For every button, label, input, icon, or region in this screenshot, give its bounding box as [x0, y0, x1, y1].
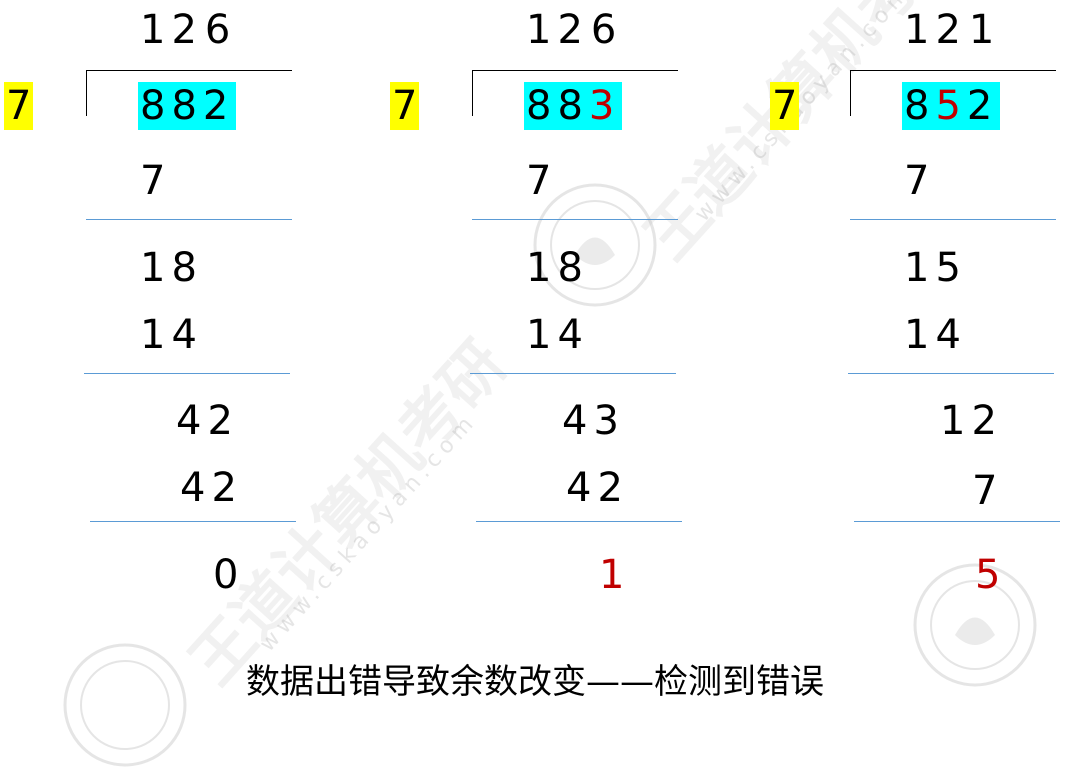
work-row: 7: [972, 468, 1004, 514]
work-row: 42: [176, 398, 239, 444]
division-bracket-top: [86, 70, 292, 71]
caption: 数据出错导致余数改变——检测到错误: [246, 662, 824, 702]
quotient: 126: [526, 6, 622, 54]
work-row: 14: [904, 312, 967, 358]
subtraction-rule: [850, 219, 1056, 220]
divisor: 7: [390, 82, 420, 130]
division-bracket: [850, 70, 851, 116]
work-row: 14: [526, 312, 589, 358]
subtraction-rule: [470, 373, 676, 374]
divisor: 7: [770, 82, 800, 130]
division-panel-1: 126 7 882 7 18 14 42 42 0: [0, 0, 300, 610]
subtraction-rule: [86, 219, 292, 220]
division-bracket-top: [850, 70, 1056, 71]
dividend-digit: 8: [526, 83, 558, 129]
subtraction-rule: [854, 521, 1060, 522]
dividend-digit-error: 3: [588, 83, 621, 129]
subtraction-rule: [90, 521, 296, 522]
work-row: 42: [566, 465, 629, 511]
dividend: 883: [524, 82, 623, 130]
work-row: 18: [140, 245, 203, 291]
dividend: 852: [902, 82, 1001, 130]
division-panel-2: 126 7 883 7 18 14 43 42 1: [386, 0, 686, 610]
remainder-error: 1: [599, 552, 631, 598]
quotient-digit: 1: [968, 7, 1001, 53]
dividend-digit: 8: [171, 83, 203, 129]
division-panel-3: 121 7 852 7 15 14 12 7 5: [764, 0, 1064, 610]
quotient-digit: 1: [140, 7, 172, 53]
quotient-digit: 6: [204, 7, 237, 53]
remainder-error: 5: [975, 552, 1007, 598]
work-row: 42: [180, 465, 243, 511]
quotient-digit: 2: [935, 7, 967, 53]
divisor: 7: [4, 82, 34, 130]
dividend-digit: 8: [140, 83, 172, 129]
quotient-digit: 1: [526, 7, 558, 53]
dividend-digit: 2: [202, 83, 235, 129]
dividend-digit-error: 5: [935, 83, 967, 129]
subtraction-rule: [472, 219, 678, 220]
quotient: 121: [904, 6, 1000, 54]
work-row: 7: [526, 158, 558, 204]
quotient-digit: 1: [904, 7, 936, 53]
quotient-digit: 2: [171, 7, 203, 53]
division-bracket: [86, 70, 87, 116]
division-bracket-top: [472, 70, 678, 71]
quotient: 126: [140, 6, 236, 54]
work-row: 12: [940, 398, 1003, 444]
subtraction-rule: [84, 373, 290, 374]
work-row: 7: [904, 158, 936, 204]
work-row: 7: [140, 158, 172, 204]
work-row: 15: [904, 245, 967, 291]
division-bracket: [472, 70, 473, 116]
work-row: 14: [140, 312, 203, 358]
work-row: 18: [526, 245, 589, 291]
quotient-digit: 6: [590, 7, 623, 53]
dividend-digit: 8: [557, 83, 589, 129]
dividend: 882: [138, 82, 237, 130]
subtraction-rule: [476, 521, 682, 522]
dividend-digit: 2: [966, 83, 999, 129]
subtraction-rule: [848, 373, 1054, 374]
quotient-digit: 2: [557, 7, 589, 53]
dividend-digit: 8: [904, 83, 936, 129]
work-row: 43: [562, 398, 625, 444]
remainder: 0: [213, 552, 245, 598]
